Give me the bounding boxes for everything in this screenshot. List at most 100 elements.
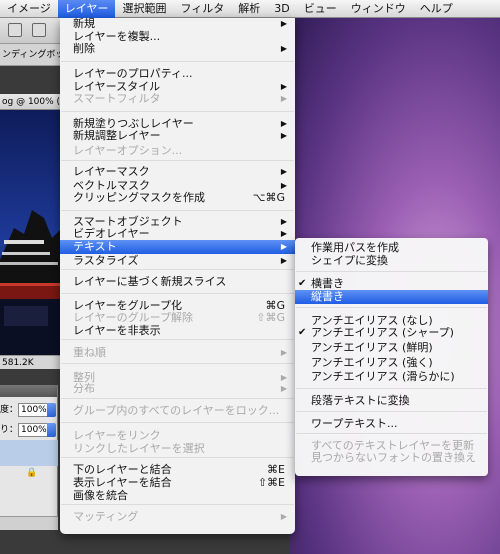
fill-input[interactable]: 100% <box>18 423 48 437</box>
text-submenu-item[interactable]: アンチエイリアス (強く) <box>295 357 488 369</box>
text-submenu-item-label: アンチエイリアス (強く) <box>311 356 433 369</box>
text-submenu-item[interactable]: 作業用パスを作成 <box>295 242 488 254</box>
text-submenu-item: 見つからないフォントの置き換え <box>295 452 488 464</box>
layer-menu-item-label: 削除 <box>73 42 95 55</box>
menu-separator <box>296 307 487 308</box>
layers-panel-header <box>0 385 57 397</box>
layer-menu-item: レイヤーのグループ解除 ⇧⌘G <box>60 312 295 324</box>
layer-menu-item[interactable]: クリッピングマスクを作成 ⌥⌘G <box>60 192 295 204</box>
layer-menu-item-label: リンクしたレイヤーを選択 <box>73 442 205 455</box>
move-tool-icon[interactable] <box>32 23 46 37</box>
fill-dropdown[interactable] <box>47 423 56 437</box>
opacity-dropdown[interactable] <box>47 403 56 417</box>
layer-menu-item-label: レイヤーオプション... <box>73 144 183 157</box>
text-submenu-item-label: ワープテキスト... <box>311 417 398 430</box>
fill-row: り： 100% <box>0 422 58 438</box>
layer-menu-item[interactable]: 画像を統合 <box>60 490 295 502</box>
layer-menu-item[interactable]: レイヤーを非表示 <box>60 325 295 337</box>
text-submenu: 作業用パスを作成 シェイプに変換 ✔ 横書き 縦書き アンチエイリアス (なし) ✔ アンチエ… <box>295 238 488 476</box>
bounding-box-label: ンディングボックス <box>2 50 60 60</box>
opacity-input[interactable]: 100% <box>18 403 48 417</box>
menu-view[interactable]: ビュー <box>297 0 344 18</box>
document-tab[interactable]: og @ 100% ( <box>0 94 60 110</box>
layer-menu-item[interactable]: レイヤーマスク ▶ <box>60 166 295 178</box>
menu-3d[interactable]: 3D <box>267 0 296 18</box>
document-canvas[interactable] <box>0 110 60 355</box>
menu-separator <box>296 433 487 434</box>
shortcut-label: ⇧⌘G <box>256 311 285 324</box>
layer-menu-item-label: 新規 <box>73 17 95 30</box>
layer-menu-item[interactable]: 新規 ▶ <box>60 18 295 30</box>
tool-preset-icon[interactable] <box>8 23 22 37</box>
menu-separator <box>61 269 294 270</box>
text-submenu-item[interactable]: ワープテキスト... <box>295 418 488 430</box>
layer-menu-item-label: レイヤーのグループ解除 <box>73 311 194 324</box>
menu-image[interactable]: イメージ <box>0 0 58 18</box>
menu-separator <box>296 411 487 412</box>
menu-select[interactable]: 選択範囲 <box>115 0 173 18</box>
layer-menu-item: マッティング ▶ <box>60 511 295 523</box>
text-submenu-item[interactable]: シェイプに変換 <box>295 255 488 267</box>
layer-menu-item[interactable]: レイヤーのプロパティ... <box>60 68 295 80</box>
shortcut-label: ⌥⌘G <box>252 191 285 204</box>
submenu-arrow-icon: ▶ <box>280 229 287 238</box>
layer-menu-item-label: グループ内のすべてのレイヤーをロック... <box>73 404 280 417</box>
checkmark-icon: ✔ <box>298 278 307 289</box>
submenu-arrow-icon: ▶ <box>280 256 287 265</box>
submenu-arrow-icon: ▶ <box>280 94 287 103</box>
layer-menu-item[interactable]: 削除 ▶ <box>60 43 295 55</box>
layer-menu-item[interactable]: 下のレイヤーと結合 ⌘E <box>60 464 295 476</box>
menu-analysis[interactable]: 解析 <box>231 0 267 18</box>
submenu-arrow-icon: ▶ <box>280 217 287 226</box>
layer-menu-item-label: 画像を統合 <box>73 489 128 502</box>
opacity-label: 度： <box>0 405 19 415</box>
menu-separator <box>61 61 294 62</box>
layer-menu-item: 分布 ▶ <box>60 383 295 395</box>
layer-menu-item-label: レイヤーを非表示 <box>73 324 161 337</box>
text-submenu-item-label: 見つからないフォントの置き換え <box>311 451 476 464</box>
fill-label: り： <box>0 425 19 435</box>
text-submenu-item[interactable]: アンチエイリアス (鮮明) <box>295 342 488 354</box>
text-submenu-item[interactable]: ✔ 横書き <box>295 278 488 290</box>
layer-menu-item[interactable]: 新規調整レイヤー ▶ <box>60 130 295 142</box>
layer-menu-item-label: 新規調整レイヤー <box>73 129 161 142</box>
text-submenu-item[interactable]: アンチエイリアス (滑らかに) <box>295 371 488 383</box>
menu-help[interactable]: ヘルプ <box>413 0 460 18</box>
text-submenu-item[interactable]: 段落テキストに変換 <box>295 395 488 407</box>
layer-menu-item[interactable]: 表示レイヤーを結合 ⇧⌘E <box>60 477 295 489</box>
layer-menu-item-label: テキスト <box>73 240 117 253</box>
layer-menu-item-label: ラスタライズ <box>73 254 139 267</box>
menu-separator <box>61 457 294 458</box>
layer-menu-item[interactable]: ビデオレイヤー ▶ <box>60 228 295 240</box>
layer-menu: 新規 ▶ レイヤーを複製... 削除 ▶ レイヤーのプロパティ... レイヤースタイル ▶ スマ… <box>60 18 295 534</box>
layer-menu-item-label: スマートフィルタ <box>73 92 161 105</box>
text-submenu-item[interactable]: 縦書き <box>295 290 488 304</box>
menu-separator <box>61 422 294 423</box>
layer-menu-item[interactable]: レイヤーに基づく新規スライス <box>60 276 295 288</box>
submenu-arrow-icon: ▶ <box>280 82 287 91</box>
layer-menu-item-label: ビデオレイヤー <box>73 227 150 240</box>
file-size: 581.2K <box>2 358 34 368</box>
menu-layer[interactable]: レイヤー <box>57 0 116 18</box>
layer-menu-item-label: レイヤーのプロパティ... <box>73 67 193 80</box>
text-submenu-item-label: 縦書き <box>311 290 344 303</box>
menu-window[interactable]: ウィンドウ <box>344 0 413 18</box>
opacity-row: 度： 100% <box>0 402 58 418</box>
menu-separator <box>296 271 487 272</box>
layer-menu-item-label: 分布 <box>73 382 95 395</box>
selected-layer-row[interactable] <box>0 440 58 466</box>
layer-menu-item: グループ内のすべてのレイヤーをロック... <box>60 405 295 417</box>
layer-menu-item[interactable]: テキスト ▶ <box>60 240 295 254</box>
shortcut-label: ⇧⌘E <box>257 476 285 489</box>
text-submenu-item-label: 段落テキストに変換 <box>311 394 410 407</box>
layer-menu-item[interactable]: レイヤーを複製... <box>60 31 295 43</box>
text-submenu-item[interactable]: ✔ アンチエイリアス (シャープ) <box>295 327 488 339</box>
text-submenu-item-label: 作業用パスを作成 <box>311 241 399 254</box>
layer-menu-item-label: レイヤーマスク <box>73 165 150 178</box>
layer-menu-item-label: マッティング <box>73 510 139 523</box>
submenu-arrow-icon: ▶ <box>280 167 287 176</box>
layer-menu-item[interactable]: ラスタライズ ▶ <box>60 255 295 267</box>
menu-filter[interactable]: フィルタ <box>173 0 231 18</box>
layer-menu-item: リンクしたレイヤーを選択 <box>60 443 295 455</box>
shortcut-label: ⌘E <box>267 463 285 476</box>
